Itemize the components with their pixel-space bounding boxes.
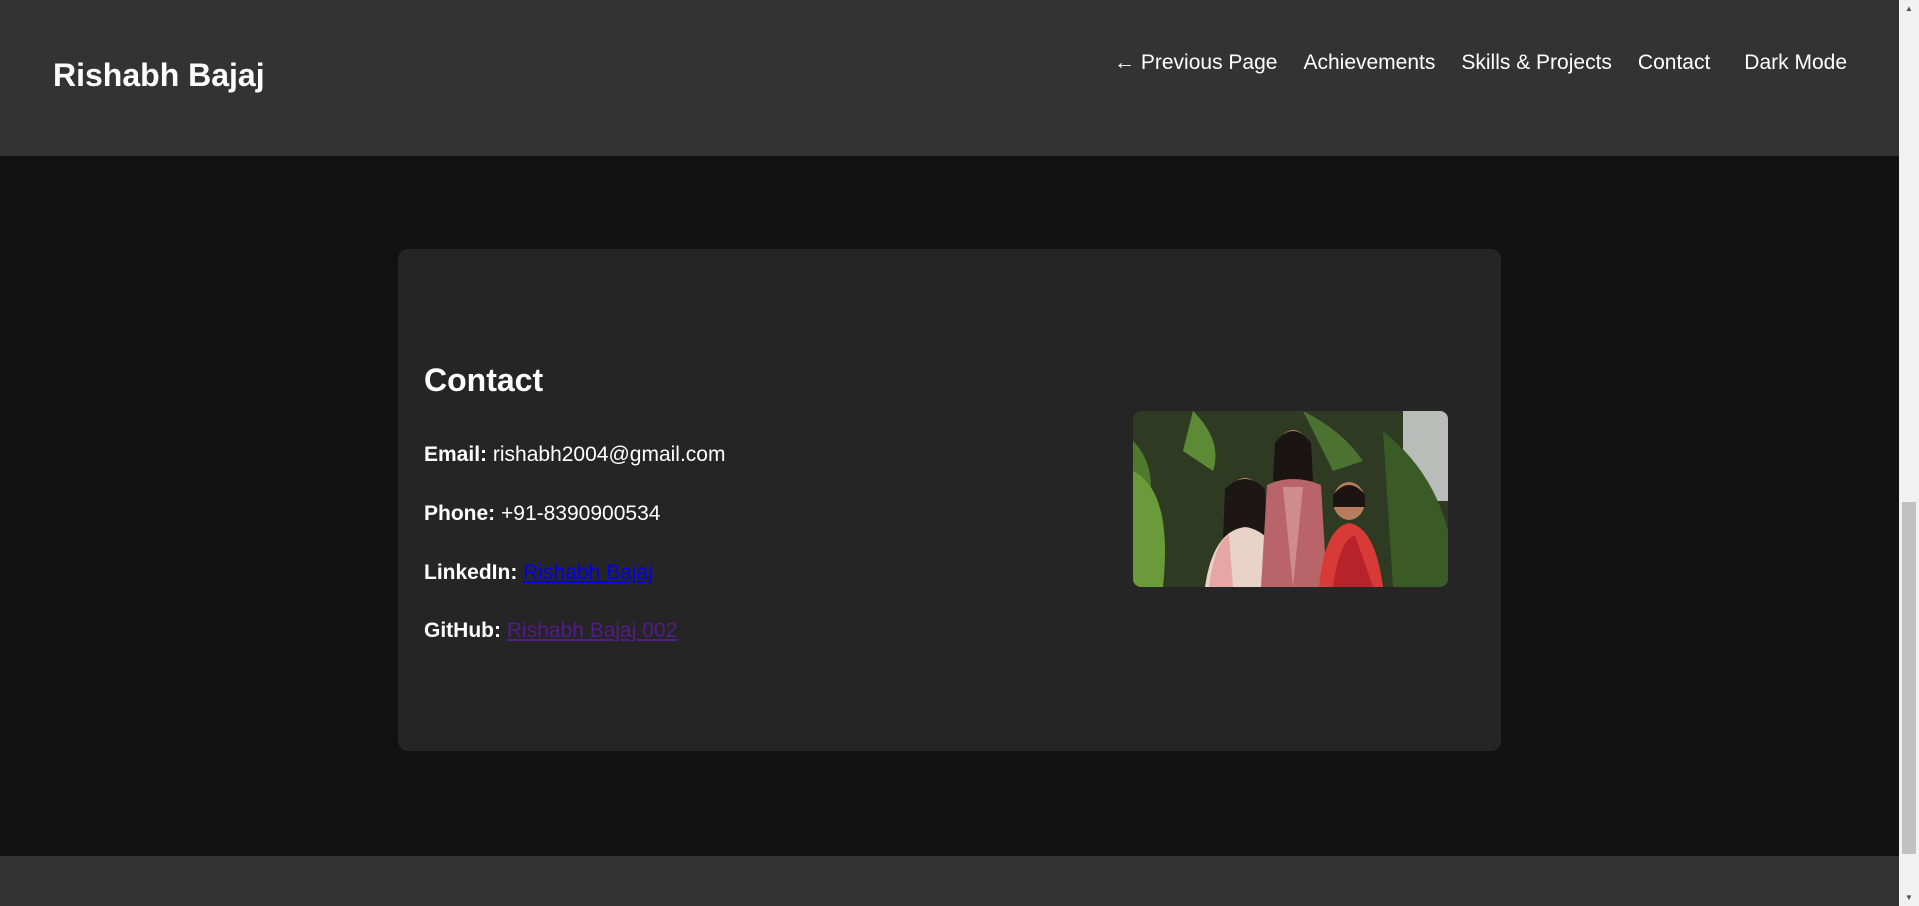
- linkedin-row: LinkedIn: Rishabh Bajaj: [424, 561, 653, 585]
- github-row: GitHub: Rishabh Bajaj 002: [424, 619, 677, 643]
- site-footer: [0, 856, 1899, 906]
- contact-card: Contact Email: rishabh2004@gmail.com Pho…: [398, 249, 1501, 751]
- phone-row: Phone: +91-8390900534: [424, 502, 660, 526]
- scroll-thumb[interactable]: [1902, 502, 1916, 854]
- linkedin-link[interactable]: Rishabh Bajaj: [523, 561, 653, 584]
- nav-skills-projects[interactable]: Skills & Projects: [1461, 51, 1612, 75]
- scroll-up-arrow-icon[interactable]: ▲: [1899, 0, 1919, 17]
- page-scrollbar[interactable]: ▲ ▼: [1899, 0, 1919, 906]
- scroll-down-arrow-icon[interactable]: ▼: [1899, 889, 1919, 906]
- contact-heading: Contact: [424, 362, 544, 398]
- nav-previous-page[interactable]: ← Previous Page: [1114, 51, 1277, 75]
- site-title: Rishabh Bajaj: [53, 57, 265, 93]
- linkedin-label: LinkedIn:: [424, 561, 518, 584]
- phone-label: Phone:: [424, 502, 496, 525]
- main-nav: ← Previous Page Achievements Skills & Pr…: [1088, 51, 1847, 75]
- family-photo: [1133, 411, 1448, 587]
- phone-value: +91-8390900534: [501, 502, 661, 525]
- site-header: Rishabh Bajaj ← Previous Page Achievemen…: [0, 0, 1899, 156]
- github-label: GitHub:: [424, 619, 501, 642]
- nav-contact[interactable]: Contact: [1638, 51, 1710, 75]
- dark-mode-toggle[interactable]: Dark Mode: [1744, 51, 1847, 75]
- github-link[interactable]: Rishabh Bajaj 002: [507, 619, 677, 642]
- email-value: rishabh2004@gmail.com: [492, 443, 726, 466]
- nav-achievements[interactable]: Achievements: [1303, 51, 1435, 75]
- email-label: Email:: [424, 443, 488, 466]
- email-row: Email: rishabh2004@gmail.com: [424, 443, 725, 467]
